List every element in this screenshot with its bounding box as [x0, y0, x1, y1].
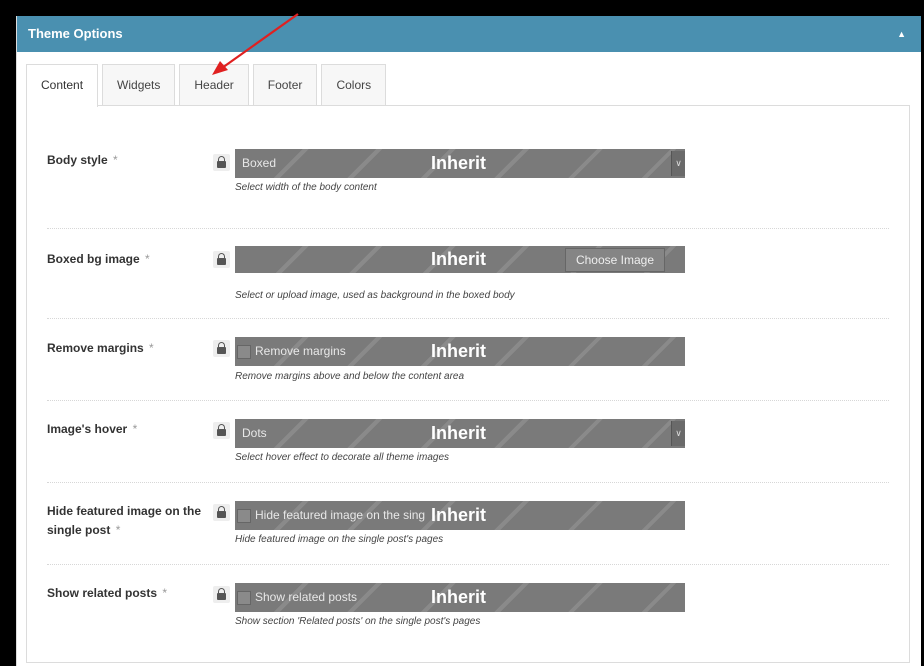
hide-featured-image-checkbox[interactable] [237, 509, 251, 523]
select-value: Dots [242, 426, 267, 440]
tab-content-panel: Body style * Boxed Inherit ∨ Select widt… [26, 105, 910, 663]
lock-icon[interactable] [213, 251, 230, 268]
remove-margins-checkbox[interactable] [237, 345, 251, 359]
option-description: Show section 'Related posts' on the sing… [235, 616, 481, 627]
lock-icon[interactable] [213, 504, 230, 521]
option-description: Hide featured image on the single post's… [235, 534, 444, 545]
inherit-label: Inherit [431, 341, 487, 361]
lock-icon[interactable] [213, 422, 230, 439]
panel-header[interactable]: Theme Options ▲ [17, 16, 921, 52]
inherit-label: Inherit [431, 249, 487, 269]
lock-icon[interactable] [213, 586, 230, 603]
option-label: Boxed bg image * [47, 252, 150, 266]
chevron-down-icon[interactable]: ∨ [671, 421, 685, 446]
body-style-select[interactable]: Boxed Inherit ∨ [235, 149, 685, 178]
choose-image-button[interactable]: Choose Image [565, 248, 665, 272]
option-row-body-style: Body style * Boxed Inherit ∨ Select widt… [47, 138, 889, 229]
panel-title: Theme Options [28, 26, 123, 41]
image-hover-select[interactable]: Dots Inherit ∨ [235, 419, 685, 448]
select-value: Boxed [242, 156, 277, 170]
option-row-hide-featured-image: Hide featured image on the single post *… [47, 482, 889, 565]
option-row-related-posts: Show related posts * Show related posts … [47, 564, 889, 646]
tab-header[interactable]: Header [179, 64, 249, 106]
inherit-label: Inherit [431, 587, 487, 607]
related-posts-checkbox-field[interactable]: Show related posts Inherit [235, 583, 685, 612]
tab-colors[interactable]: Colors [321, 64, 387, 106]
checkbox-label: Hide featured image on the sing [255, 508, 426, 522]
checkbox-label: Show related posts [255, 590, 358, 604]
lock-icon[interactable] [213, 340, 230, 357]
option-row-image-hover: Image's hover * Dots Inherit ∨ Select ho… [47, 400, 889, 483]
inherit-label: Inherit [431, 153, 487, 173]
tab-content[interactable]: Content [26, 64, 99, 107]
inherit-label: Inherit [431, 423, 487, 443]
option-label: Remove margins * [47, 341, 154, 355]
checkbox-label: Remove margins [255, 344, 346, 358]
option-row-boxed-bg-image: Boxed bg image * Inherit Choose Image Se… [47, 228, 889, 319]
caret-up-icon[interactable]: ▲ [897, 16, 906, 52]
option-label: Body style * [47, 153, 118, 167]
related-posts-checkbox[interactable] [237, 591, 251, 605]
option-description: Remove margins above and below the conte… [235, 371, 465, 382]
boxed-bg-image-field[interactable]: Inherit Choose Image [235, 246, 685, 273]
option-description: Select or upload image, used as backgrou… [235, 290, 515, 301]
remove-margins-checkbox-field[interactable]: Remove margins Inherit [235, 337, 685, 366]
option-label: Show related posts * [47, 586, 168, 600]
inherit-label: Inherit [431, 505, 487, 525]
chevron-down-icon[interactable]: ∨ [671, 151, 685, 176]
theme-options-panel: Theme Options ▲ Content Widgets Header F… [16, 16, 921, 666]
tab-bar: Content Widgets Header Footer Colors [26, 64, 390, 107]
hide-featured-image-checkbox-field[interactable]: Hide featured image on the sing Inherit [235, 501, 685, 530]
tab-widgets[interactable]: Widgets [102, 64, 176, 106]
option-row-remove-margins: Remove margins * Remove margins Inherit … [47, 318, 889, 401]
option-label: Image's hover * [47, 422, 138, 436]
lock-icon[interactable] [213, 154, 230, 171]
tab-footer[interactable]: Footer [252, 64, 318, 106]
option-label: Hide featured image on the single post * [47, 504, 202, 537]
option-description: Select width of the body content [235, 182, 377, 193]
option-description: Select hover effect to decorate all them… [235, 452, 450, 463]
